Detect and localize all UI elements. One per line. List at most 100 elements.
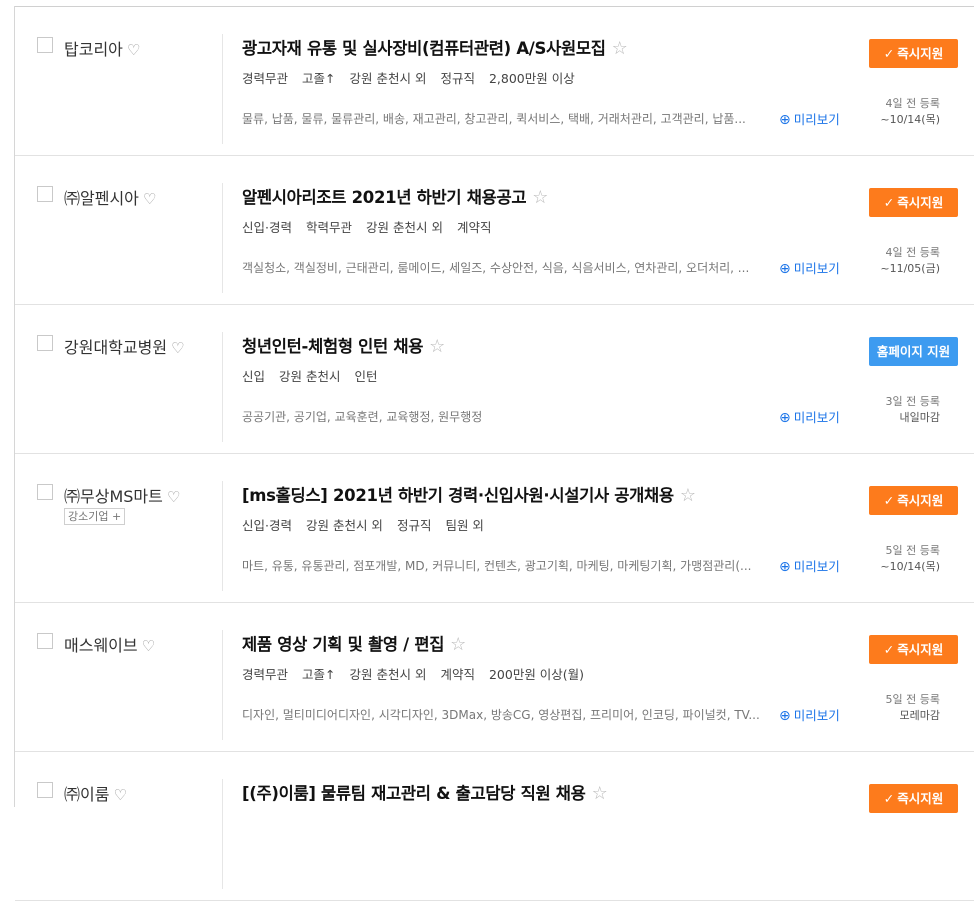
preview-link[interactable]: ⊕ 미리보기 — [779, 407, 840, 426]
job-tags: 마트, 유통, 유통관리, 점포개발, MD, 커뮤니티, 컨텐츠, 광고기획,… — [242, 559, 752, 573]
magnifier-plus-icon: ⊕ — [779, 261, 791, 277]
preview-label: 미리보기 — [793, 410, 840, 425]
company-name-wrap: ㈜이룸 ♡ — [64, 781, 127, 805]
apply-button-label: 즉시지원 — [897, 493, 944, 508]
posting-meta: 4일 전 등록 ~11/05(금) — [880, 245, 940, 277]
apply-button[interactable]: ✓ 즉시지원 — [869, 39, 958, 68]
job-title-wrap: 제품 영상 기획 및 촬영 / 편집 ☆ — [242, 631, 466, 655]
heart-icon[interactable]: ♡ — [171, 339, 184, 357]
company-badge[interactable]: 강소기업 + — [64, 508, 126, 525]
job-row: ㈜알펜시아 ♡ 알펜시아리조트 2021년 하반기 채용공고 ☆ 신입·경력 학력무관… — [15, 156, 974, 305]
posted-date: 5일 전 등록 — [885, 544, 940, 557]
select-checkbox[interactable] — [37, 782, 53, 798]
job-row: ㈜무상MS마트 ♡ 강소기업 + [ms홀딩스] 2021년 하반기 경력·신입사… — [15, 454, 974, 603]
check-icon: ✓ — [883, 195, 895, 210]
condition-item: 신입·경력 — [242, 518, 292, 533]
deadline: 모레마감 — [899, 709, 940, 722]
preview-label: 미리보기 — [793, 112, 840, 127]
row-divider — [222, 630, 223, 740]
job-row: 탑코리아 ♡ 광고자재 유통 및 실사장비(컴퓨터관련) A/S사원모집 ☆ 경력무… — [15, 7, 974, 156]
company-name[interactable]: ㈜무상MS마트 — [64, 487, 163, 506]
preview-label: 미리보기 — [793, 261, 840, 276]
apply-button[interactable]: ✓ 즉시지원 — [869, 784, 958, 813]
homepage-apply-button[interactable]: 홈페이지 지원 — [869, 337, 958, 366]
job-title[interactable]: 광고자재 유통 및 실사장비(컴퓨터관련) A/S사원모집 — [242, 39, 606, 58]
magnifier-plus-icon: ⊕ — [779, 112, 791, 128]
company-name-wrap: ㈜무상MS마트 ♡ — [64, 483, 180, 507]
job-title[interactable]: [ms홀딩스] 2021년 하반기 경력·신입사원·시설기사 공개채용 — [242, 486, 674, 505]
apply-button-label: 즉시지원 — [897, 195, 944, 210]
job-title-wrap: 알펜시아리조트 2021년 하반기 채용공고 ☆ — [242, 184, 548, 208]
deadline: ~11/05(금) — [880, 262, 940, 275]
condition-item: 계약직 — [440, 667, 475, 682]
select-checkbox[interactable] — [37, 335, 53, 351]
apply-button[interactable]: ✓ 즉시지원 — [869, 486, 958, 515]
company-name[interactable]: 탑코리아 — [64, 40, 123, 59]
magnifier-plus-icon: ⊕ — [779, 410, 791, 426]
job-conditions: 신입·경력 강원 춘천시 외 정규직 팀원 외 — [242, 515, 498, 534]
condition-item: 신입 — [242, 369, 266, 384]
select-checkbox[interactable] — [37, 37, 53, 53]
job-row: 강원대학교병원 ♡ 청년인턴-체험형 인턴 채용 ☆ 신입 강원 춘천시 인턴 공공기관… — [15, 305, 974, 454]
apply-button-label: 즉시지원 — [897, 642, 944, 657]
star-icon[interactable]: ☆ — [450, 634, 466, 655]
row-divider — [222, 779, 223, 889]
row-divider — [222, 481, 223, 591]
company-name[interactable]: ㈜이룸 — [64, 785, 109, 804]
magnifier-plus-icon: ⊕ — [779, 708, 791, 724]
posting-meta: 3일 전 등록 내일마감 — [886, 394, 940, 426]
posting-meta: 5일 전 등록 모레마감 — [886, 692, 940, 724]
job-title[interactable]: 제품 영상 기획 및 촬영 / 편집 — [242, 635, 444, 654]
star-icon[interactable]: ☆ — [429, 336, 445, 357]
condition-item: 인턴 — [354, 369, 378, 384]
row-divider — [222, 332, 223, 442]
heart-icon[interactable]: ♡ — [167, 488, 180, 506]
magnifier-plus-icon: ⊕ — [779, 559, 791, 575]
company-name[interactable]: 강원대학교병원 — [64, 338, 167, 357]
posted-date: 5일 전 등록 — [885, 693, 940, 706]
condition-item: 2,800만원 이상 — [488, 71, 575, 86]
star-icon[interactable]: ☆ — [680, 485, 696, 506]
condition-item: 계약직 — [456, 220, 492, 235]
company-name-wrap: 강원대학교병원 ♡ — [64, 334, 185, 358]
apply-button-label: 즉시지원 — [897, 791, 944, 806]
deadline: ~10/14(목) — [880, 560, 940, 573]
deadline: 내일마감 — [899, 411, 940, 424]
posted-date: 4일 전 등록 — [885, 97, 940, 110]
select-checkbox[interactable] — [37, 484, 53, 500]
condition-item: 강원 춘천시 외 — [349, 71, 427, 86]
check-icon: ✓ — [883, 642, 895, 657]
posting-meta: 4일 전 등록 ~10/14(목) — [880, 96, 940, 128]
job-title[interactable]: [(주)이룸] 물류팀 재고관리 & 출고담당 직원 채용 — [242, 784, 586, 803]
job-conditions: 신입·경력 학력무관 강원 춘천시 외 계약직 — [242, 217, 505, 236]
job-title[interactable]: 알펜시아리조트 2021년 하반기 채용공고 — [242, 188, 527, 207]
star-icon[interactable]: ☆ — [532, 187, 548, 208]
condition-item: 경력무관 — [242, 667, 289, 682]
company-name[interactable]: ㈜알펜시아 — [64, 189, 139, 208]
apply-button[interactable]: ✓ 즉시지원 — [869, 188, 958, 217]
star-icon[interactable]: ☆ — [612, 38, 628, 59]
apply-button[interactable]: ✓ 즉시지원 — [869, 635, 958, 664]
check-icon: ✓ — [883, 493, 895, 508]
preview-link[interactable]: ⊕ 미리보기 — [779, 109, 840, 128]
select-checkbox[interactable] — [37, 633, 53, 649]
preview-link[interactable]: ⊕ 미리보기 — [779, 556, 840, 575]
condition-item: 200만원 이상(월) — [488, 667, 585, 682]
company-name-wrap: 탑코리아 ♡ — [64, 36, 140, 60]
select-checkbox[interactable] — [37, 186, 53, 202]
condition-item: 팀원 외 — [445, 518, 484, 533]
company-name[interactable]: 매스웨이브 — [64, 636, 138, 655]
heart-icon[interactable]: ♡ — [113, 786, 126, 804]
posting-meta: 5일 전 등록 ~10/14(목) — [880, 543, 940, 575]
heart-icon[interactable]: ♡ — [143, 190, 156, 208]
condition-item: 강원 춘천시 외 — [366, 220, 443, 235]
condition-item: 고졸↑ — [302, 667, 336, 682]
star-icon[interactable]: ☆ — [592, 783, 608, 804]
heart-icon[interactable]: ♡ — [142, 637, 155, 655]
job-title[interactable]: 청년인턴-체험형 인턴 채용 — [242, 337, 423, 356]
preview-link[interactable]: ⊕ 미리보기 — [779, 705, 840, 724]
preview-link[interactable]: ⊕ 미리보기 — [779, 258, 840, 277]
condition-item: 강원 춘천시 — [279, 369, 341, 384]
check-icon: ✓ — [883, 791, 895, 806]
heart-icon[interactable]: ♡ — [127, 41, 140, 59]
